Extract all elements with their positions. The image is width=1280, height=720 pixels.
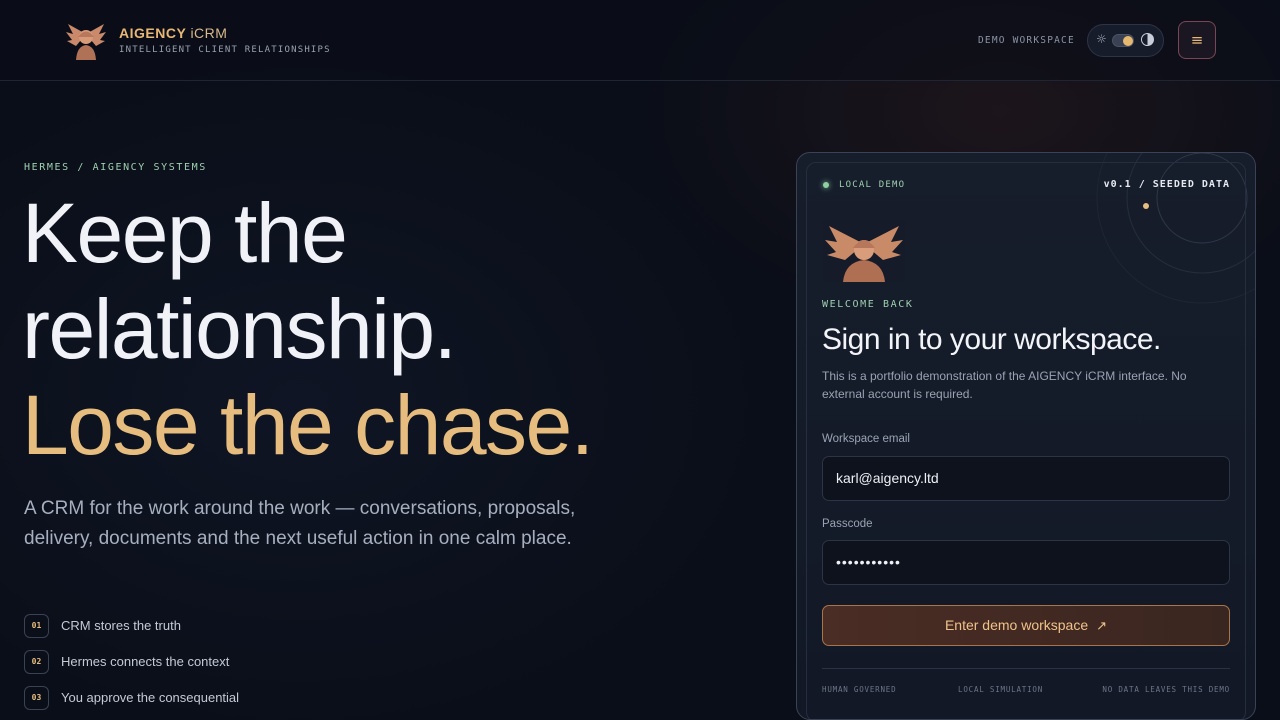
- passcode-field[interactable]: •••••••••••: [822, 540, 1230, 585]
- theme-toggle[interactable]: ☼: [1087, 24, 1164, 57]
- arrow-up-right-icon: ↗: [1096, 618, 1108, 633]
- hero-line-1: Keep the: [22, 186, 348, 280]
- welcome-label: WELCOME BACK: [822, 299, 914, 310]
- footer-note-privacy: NO DATA LEAVES THIS DEMO: [1102, 685, 1230, 694]
- footer-note-simulation: LOCAL SIMULATION: [958, 685, 1044, 694]
- passcode-label: Passcode: [822, 518, 873, 530]
- hermes-logo-icon: [823, 220, 905, 282]
- sign-in-card: LOCAL DEMO v0.1 / SEEDED DATA WELCOME BA…: [796, 152, 1256, 720]
- status-label: LOCAL DEMO: [839, 180, 906, 190]
- hero-line-3: Lose the chase.: [22, 378, 594, 472]
- brand-tagline: INTELLIGENT CLIENT RELATIONSHIPS: [119, 45, 331, 55]
- principle-text: CRM stores the truth: [61, 618, 181, 633]
- status-dot-icon: [823, 182, 829, 188]
- email-field[interactable]: karl@aigency.ltd: [822, 456, 1230, 501]
- version-label: v0.1 / SEEDED DATA: [1103, 179, 1230, 190]
- enter-demo-button[interactable]: Enter demo workspace ↗: [822, 605, 1230, 646]
- sun-icon: ☼: [1096, 32, 1107, 46]
- brand-logo-icon: [66, 24, 106, 60]
- principle-number: 02: [24, 650, 49, 674]
- card-title: Sign in to your workspace.: [822, 323, 1161, 356]
- hero-description: A CRM for the work around the work — con…: [24, 498, 576, 549]
- hero-heading: Keep the relationship. Lose the chase.: [22, 185, 594, 473]
- enter-demo-label: Enter demo workspace: [944, 617, 1089, 633]
- principle-text: You approve the consequential: [61, 690, 240, 705]
- principle-number: 03: [24, 686, 49, 710]
- footer-note-governed: HUMAN GOVERNED: [822, 685, 897, 694]
- principle-number: 01: [24, 614, 49, 638]
- hero-eyebrow: HERMES / AIGENCY SYSTEMS: [24, 162, 207, 173]
- theme-switch[interactable]: [1112, 34, 1134, 47]
- top-header: AIGENCY iCRM INTELLIGENT CLIENT RELATION…: [0, 0, 1280, 81]
- menu-button[interactable]: ≡: [1178, 21, 1216, 59]
- email-label: Workspace email: [822, 433, 910, 445]
- contrast-icon: [1141, 33, 1154, 46]
- card-description: This is a portfolio demonstration of the…: [822, 369, 1187, 401]
- brand-name: AIGENCY iCRM: [119, 25, 228, 41]
- principle-text: Hermes connects the context: [61, 654, 230, 669]
- demo-workspace-label: DEMO WORKSPACE: [978, 35, 1075, 46]
- switch-knob: [1123, 36, 1133, 46]
- hero-line-2: relationship.: [22, 282, 457, 376]
- card-divider: [822, 668, 1230, 669]
